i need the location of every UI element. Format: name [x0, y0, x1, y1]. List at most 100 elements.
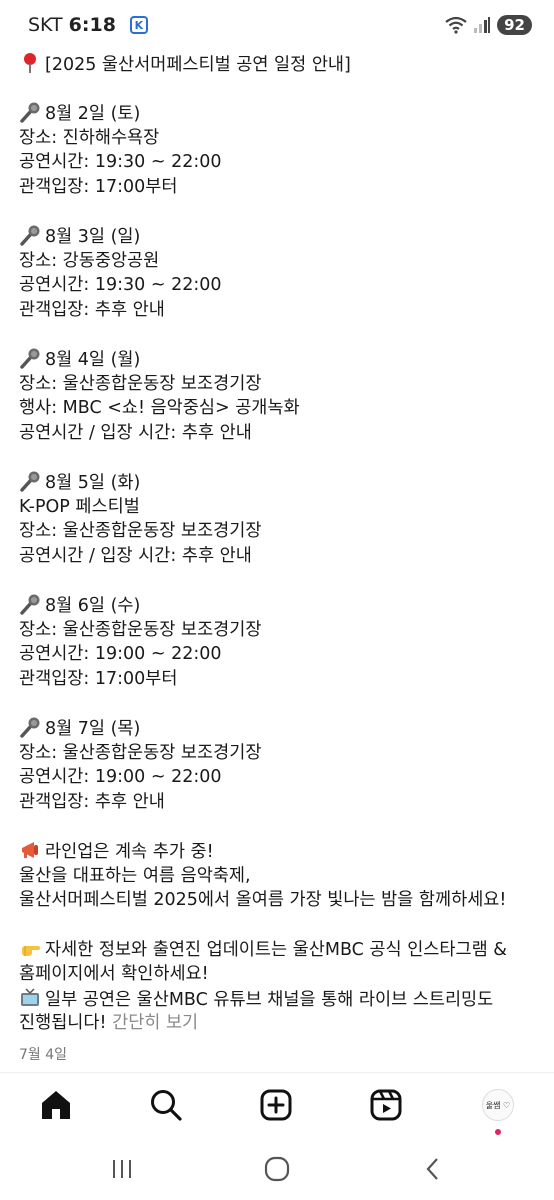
- caption-text: 관객입장: 추후 안내: [19, 791, 165, 812]
- profile-tab[interactable]: 울쌤 ♡: [478, 1085, 518, 1135]
- caption-text: 8월 2일 (토): [45, 104, 141, 125]
- search-icon: [151, 1090, 182, 1121]
- caption-line: 장소: 울산종합운동장 보조경기장: [19, 519, 539, 544]
- clock: 6:18: [68, 14, 116, 36]
- caption-line: 장소: 진하해수욕장: [19, 126, 539, 151]
- caption-text: 공연시간 / 입장 시간: 추후 안내: [19, 422, 252, 443]
- profile-avatar: 울쌤 ♡: [482, 1089, 514, 1121]
- home-tab[interactable]: [36, 1085, 76, 1125]
- caption-line: 관객입장: 추후 안내: [19, 790, 539, 815]
- wifi-icon: [445, 16, 467, 34]
- caption-text: 울산서머페스티벌 2025에서 올여름 가장 빛나는 밤을 함께하세요!: [19, 890, 507, 911]
- caption-text: 일부 공연은 울산MBC 유튜브 채널을 통해 라이브 스트리밍도: [45, 989, 494, 1010]
- caption-text: 공연시간: 19:30 ~ 22:00: [19, 152, 222, 173]
- microphone-emoji: [19, 101, 41, 123]
- caption-text: 공연시간 / 입장 시간: 추후 안내: [19, 545, 252, 566]
- caption-text: 울산을 대표하는 여름 음악축제,: [19, 865, 251, 886]
- caption-line: 8월 2일 (토): [19, 101, 539, 126]
- caption-line: 공연시간: 19:00 ~ 22:00: [19, 642, 539, 667]
- caption-text: 장소: 울산종합운동장 보조경기장: [19, 742, 262, 763]
- caption-line: 공연시간: 19:30 ~ 22:00: [19, 150, 539, 175]
- pointing-hand-emoji: [19, 937, 41, 959]
- caption-line: [2025 울산서머페스티벌 공연 일정 안내]: [19, 52, 539, 77]
- reels-tab[interactable]: [366, 1085, 406, 1125]
- caption-line: 자세한 정보와 출연진 업데이트는 울산MBC 공식 인스타그램 &: [19, 937, 539, 962]
- caption-text: 관객입장: 17:00부터: [19, 668, 178, 689]
- caption-line: 장소: 강동중앙공원: [19, 249, 539, 274]
- home-button-icon: [264, 1156, 290, 1182]
- caption-line: K-POP 페스티벌: [19, 495, 539, 520]
- bottom-nav: 울쌤 ♡: [0, 1072, 554, 1136]
- caption-text: 장소: 울산종합운동장 보조경기장: [19, 373, 262, 394]
- recent-apps-button[interactable]: [107, 1156, 137, 1182]
- caption-line: 홈페이지에서 확인하세요!: [19, 962, 539, 987]
- caption-line: 일부 공연은 울산MBC 유튜브 채널을 통해 라이브 스트리밍도: [19, 987, 539, 1012]
- caption-line: 공연시간: 19:30 ~ 22:00: [19, 273, 539, 298]
- caption-line: 관객입장: 17:00부터: [19, 667, 539, 692]
- caption-line: 장소: 울산종합운동장 보조경기장: [19, 372, 539, 397]
- create-icon: [260, 1089, 292, 1121]
- caption-line: 진행됩니다! 간단히 보기: [19, 1011, 539, 1036]
- carrier-label: SKT: [28, 14, 63, 36]
- caption-line: 행사: MBC <쇼! 음악중심> 공개녹화: [19, 396, 539, 421]
- caption-text: 8월 5일 (화): [45, 473, 141, 494]
- caption-line: 울산서머페스티벌 2025에서 올여름 가장 빛나는 밤을 함께하세요!: [19, 888, 539, 913]
- recent-apps-icon: [113, 1160, 131, 1178]
- television-emoji: [19, 987, 41, 1009]
- caption-line: 공연시간 / 입장 시간: 추후 안내: [19, 544, 539, 569]
- caption-text: [2025 울산서머페스티벌 공연 일정 안내]: [45, 55, 351, 75]
- home-icon: [42, 1091, 70, 1119]
- home-button[interactable]: [262, 1156, 292, 1182]
- system-nav-bar: [0, 1140, 554, 1200]
- caption-line: 장소: 울산종합운동장 보조경기장: [19, 741, 539, 766]
- caption-text: 자세한 정보와 출연진 업데이트는 울산MBC 공식 인스타그램 &: [45, 940, 507, 961]
- caption-line: 라인업은 계속 추가 중!: [19, 839, 539, 864]
- create-tab[interactable]: [256, 1085, 296, 1125]
- caption-text: 8월 4일 (월): [45, 350, 141, 371]
- microphone-emoji: [19, 470, 41, 492]
- reels-icon: [370, 1089, 402, 1121]
- caption-line: 울산을 대표하는 여름 음악축제,: [19, 864, 539, 889]
- caption-text: 홈페이지에서 확인하세요!: [19, 963, 209, 984]
- microphone-emoji: [19, 224, 41, 246]
- caption-text: 8월 6일 (수): [45, 596, 141, 617]
- caption-line: 관객입장: 추후 안내: [19, 298, 539, 323]
- status-bar: SKT 6:18 K 92: [0, 0, 554, 52]
- caption-line: 8월 4일 (월): [19, 347, 539, 372]
- caption-text: 진행됩니다!: [19, 1013, 107, 1034]
- caption-text: 관객입장: 추후 안내: [19, 299, 165, 320]
- kakao-notification-icon: K: [129, 16, 148, 34]
- caption-text: 장소: 울산종합운동장 보조경기장: [19, 619, 262, 640]
- caption-line: 8월 7일 (목): [19, 716, 539, 741]
- post-caption: [2025 울산서머페스티벌 공연 일정 안내] 8월 2일 (토) 장소: 진하해…: [19, 52, 539, 1036]
- pin-emoji: [19, 52, 41, 74]
- caption-text: 공연시간: 19:30 ~ 22:00: [19, 275, 222, 296]
- search-tab[interactable]: [146, 1085, 186, 1125]
- collapse-caption-link[interactable]: 간단히 보기: [112, 1013, 198, 1033]
- back-button[interactable]: [418, 1156, 448, 1182]
- caption-text: 8월 7일 (목): [45, 719, 141, 740]
- caption-text: 관객입장: 17:00부터: [19, 176, 178, 197]
- microphone-emoji: [19, 347, 41, 369]
- caption-text: 8월 3일 (일): [45, 227, 141, 248]
- caption-text: 장소: 울산종합운동장 보조경기장: [19, 521, 262, 542]
- notification-dot: [495, 1129, 501, 1135]
- caption-text: 라인업은 계속 추가 중!: [45, 842, 214, 862]
- caption-line: 관객입장: 17:00부터: [19, 175, 539, 200]
- caption-line: 공연시간: 19:00 ~ 22:00: [19, 765, 539, 790]
- megaphone-emoji: [19, 839, 41, 861]
- caption-text: 공연시간: 19:00 ~ 22:00: [19, 767, 222, 788]
- post-date: 7월 4일: [19, 1047, 68, 1063]
- signal-icon: [474, 17, 491, 33]
- caption-text: 공연시간: 19:00 ~ 22:00: [19, 644, 222, 665]
- caption-text: 행사: MBC <쇼! 음악중심> 공개녹화: [19, 398, 300, 419]
- caption-text: 장소: 진하해수욕장: [19, 127, 160, 148]
- microphone-emoji: [19, 716, 41, 738]
